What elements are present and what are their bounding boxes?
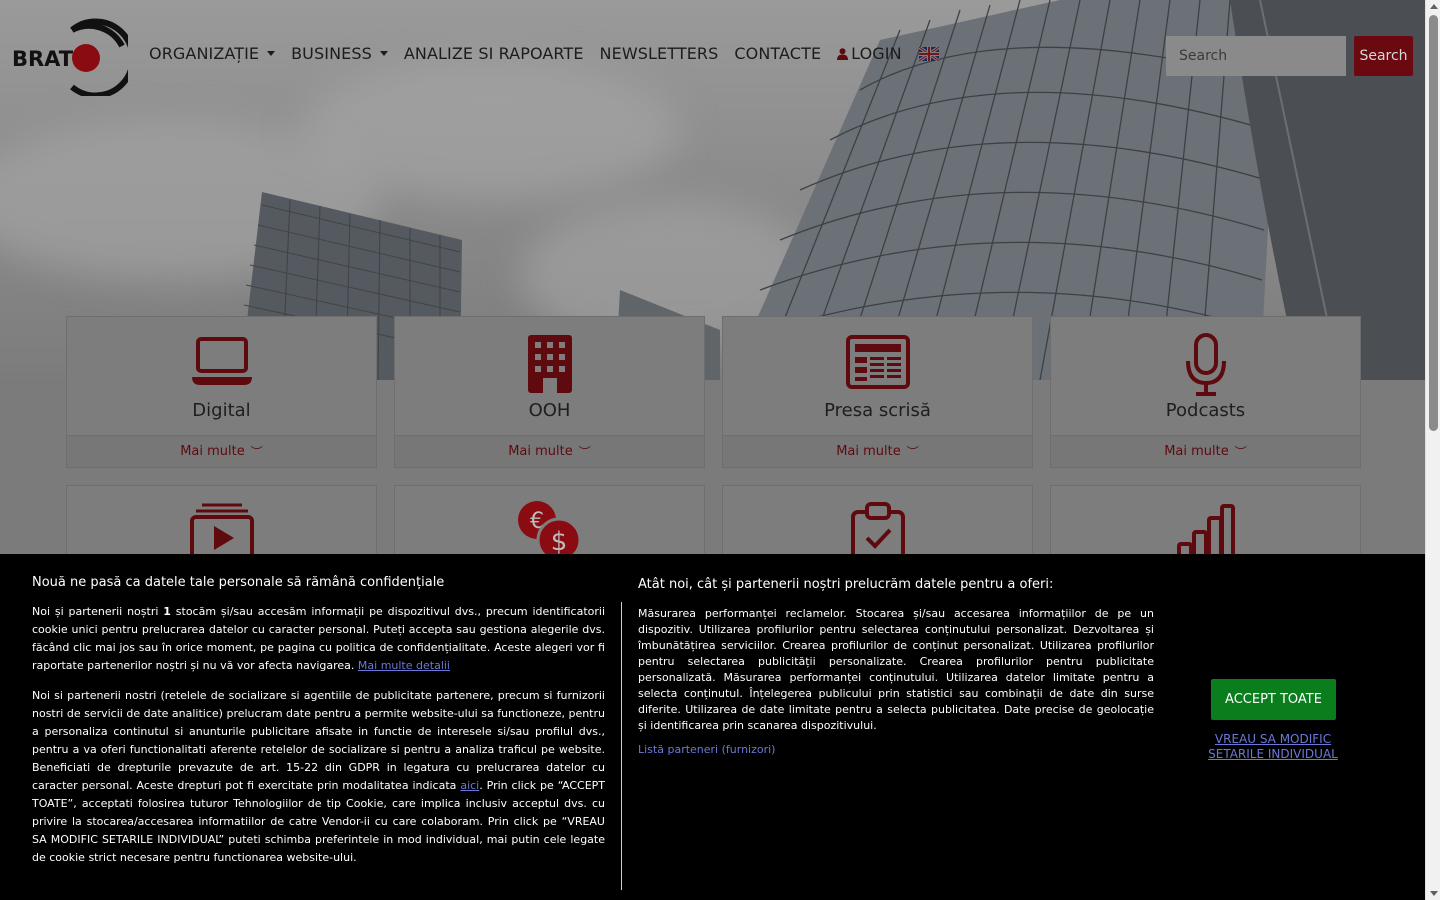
more-label: Mai multe bbox=[508, 444, 573, 459]
more-details-link[interactable]: Mai multe detalii bbox=[358, 659, 450, 672]
card-podcasts[interactable]: Podcasts Mai multe ︶ bbox=[1050, 316, 1361, 468]
partners-list-link[interactable]: Listă parteneri (furnizori) bbox=[638, 743, 775, 756]
search-input[interactable] bbox=[1166, 36, 1346, 76]
card-title: Digital bbox=[192, 400, 251, 421]
cookie-left-column: Nouă ne pasă ca datele tale personale să… bbox=[32, 574, 605, 879]
user-icon bbox=[837, 47, 849, 60]
cookie-divider bbox=[621, 602, 622, 890]
nav-organizatie[interactable]: ORGANIZAȚIE bbox=[149, 44, 276, 63]
cookie-title: Nouă ne pasă ca datele tale personale să… bbox=[32, 575, 445, 590]
microphone-icon bbox=[1185, 333, 1226, 396]
video-play-icon bbox=[189, 503, 254, 560]
rights-link[interactable]: aici bbox=[460, 779, 479, 792]
modify-settings-link[interactable]: VREAU SA MODIFIC SETARILE INDIVIDUAL bbox=[1198, 732, 1348, 762]
cookie-paragraph-1: Noi și partenerii noștri 1 stocăm și/sau… bbox=[32, 603, 605, 675]
main-nav: ORGANIZAȚIE BUSINESS ANALIZE SI RAPOARTE… bbox=[149, 44, 939, 63]
nav-organizatie-label: ORGANIZAȚIE bbox=[149, 44, 260, 63]
more-label: Mai multe bbox=[180, 444, 245, 459]
more-link[interactable]: Mai multe ︶ bbox=[1051, 435, 1360, 467]
more-label: Mai multe bbox=[836, 444, 901, 459]
more-link[interactable]: Mai multe ︶ bbox=[723, 435, 1032, 467]
building-icon bbox=[527, 335, 572, 393]
chevron-down-icon: ︶ bbox=[578, 445, 591, 459]
nav-analize[interactable]: ANALIZE SI RAPOARTE bbox=[404, 44, 584, 63]
laptop-icon bbox=[191, 337, 252, 385]
brat-logo[interactable]: BRAT bbox=[10, 16, 128, 96]
page-scrollbar[interactable] bbox=[1425, 0, 1440, 900]
nav-business[interactable]: BUSINESS bbox=[291, 44, 388, 63]
nav-contacte[interactable]: CONTACTE bbox=[734, 44, 821, 63]
cookie-purposes-text: Măsurarea performanței reclamelor. Stoca… bbox=[638, 607, 1154, 732]
cookie-p1-bold: 1 bbox=[163, 605, 171, 618]
chevron-down-icon: ︶ bbox=[1234, 445, 1247, 459]
cookie-right-column: Atât noi, cât și partenerii noștri prelu… bbox=[638, 576, 1154, 757]
card-title: Podcasts bbox=[1165, 400, 1246, 421]
scroll-down-icon[interactable] bbox=[1430, 891, 1438, 896]
cookie-p2-text-a: Noi si partenerii nostri (retelele de so… bbox=[32, 689, 605, 792]
card-title: Presa scrisă bbox=[824, 400, 931, 421]
chevron-down-icon: ︶ bbox=[250, 445, 263, 459]
cookie-p1-text-a: Noi și partenerii noștri bbox=[32, 605, 164, 618]
more-link[interactable]: Mai multe ︶ bbox=[67, 435, 376, 467]
currency-icon: € $ bbox=[517, 501, 581, 560]
login-label: LOGIN bbox=[851, 44, 902, 63]
svg-text:$: $ bbox=[550, 527, 567, 557]
uk-flag-icon[interactable] bbox=[918, 46, 939, 61]
chevron-down-icon bbox=[379, 51, 388, 56]
card-title: OOH bbox=[528, 400, 571, 421]
more-label: Mai multe bbox=[1164, 444, 1229, 459]
nav-login[interactable]: LOGIN bbox=[837, 44, 902, 63]
nav-newsletters[interactable]: NEWSLETTERS bbox=[600, 44, 719, 63]
chevron-down-icon: ︶ bbox=[906, 445, 919, 459]
logo-text: BRAT bbox=[12, 47, 74, 71]
cookie-consent-banner: Nouă ne pasă ca datele tale personale să… bbox=[0, 554, 1425, 900]
nav-business-label: BUSINESS bbox=[291, 44, 372, 63]
card-ooh[interactable]: OOH Mai multe ︶ bbox=[394, 316, 705, 468]
accept-all-button[interactable]: ACCEPT TOATE bbox=[1211, 679, 1336, 720]
cookie-paragraph-2: Noi si partenerii nostri (retelele de so… bbox=[32, 687, 605, 867]
scrollbar-thumb[interactable] bbox=[1429, 15, 1438, 431]
search-button[interactable]: Search bbox=[1354, 36, 1413, 76]
card-digital[interactable]: Digital Mai multe ︶ bbox=[66, 316, 377, 468]
cookie-purposes-title: Atât noi, cât și partenerii noștri prelu… bbox=[638, 577, 1054, 592]
card-presa-scrisa[interactable]: Presa scrisă Mai multe ︶ bbox=[722, 316, 1033, 468]
newspaper-icon bbox=[845, 335, 910, 389]
scroll-up-icon[interactable] bbox=[1430, 4, 1438, 9]
more-link[interactable]: Mai multe ︶ bbox=[395, 435, 704, 467]
chevron-down-icon bbox=[267, 51, 276, 56]
